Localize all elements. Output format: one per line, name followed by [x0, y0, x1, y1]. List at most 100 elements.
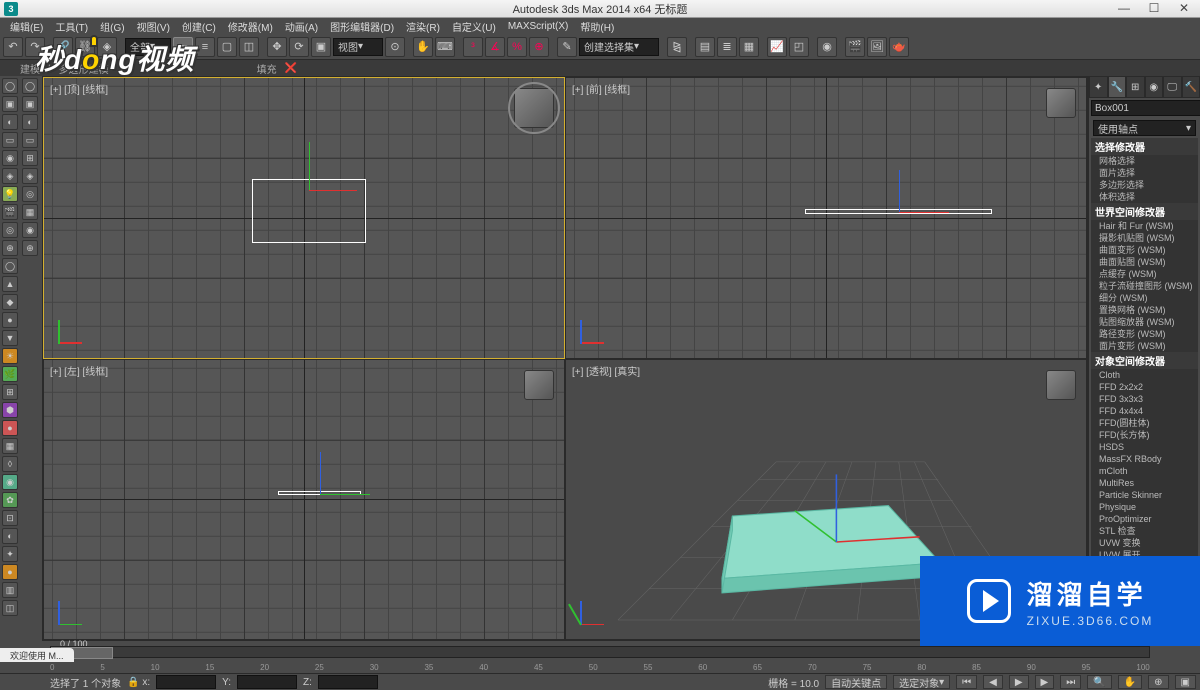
menu-view[interactable]: 视图(V): [131, 19, 176, 34]
modifier-item[interactable]: ProOptimizer: [1091, 513, 1198, 525]
nav-orbit-button[interactable]: ⊕: [1148, 675, 1168, 689]
snap-toggle-button[interactable]: ³: [463, 37, 483, 57]
pivot-button[interactable]: ⊙: [385, 37, 405, 57]
viewport-left[interactable]: [+] [左] [线框]: [44, 360, 564, 640]
render-frame-button[interactable]: 🖼: [867, 37, 887, 57]
minimize-button[interactable]: —: [1110, 0, 1138, 16]
tab-motion[interactable]: ◉: [1145, 76, 1164, 98]
modifier-item[interactable]: FFD 2x2x2: [1091, 381, 1198, 393]
left-tool[interactable]: ▭: [2, 132, 18, 148]
modifier-item[interactable]: FFD(长方体): [1091, 429, 1198, 441]
left-tool[interactable]: ▦: [22, 204, 38, 220]
viewport-label[interactable]: [+] [顶] [线框]: [50, 81, 108, 96]
left-tool[interactable]: ◐: [2, 528, 18, 544]
move-button[interactable]: ✥: [267, 37, 287, 57]
left-tool[interactable]: ▭: [22, 132, 38, 148]
playback-end-button[interactable]: ⏭: [1060, 675, 1081, 689]
nav-zoom-button[interactable]: 🔍: [1087, 675, 1111, 689]
angle-snap-button[interactable]: ∡: [485, 37, 505, 57]
left-tool[interactable]: ☀: [2, 348, 18, 364]
named-set-edit-button[interactable]: ✎: [557, 37, 577, 57]
playback-prev-button[interactable]: ◀: [983, 675, 1003, 689]
undo-button[interactable]: ↶: [3, 37, 23, 57]
menu-edit[interactable]: 编辑(E): [4, 19, 49, 34]
maximize-button[interactable]: ☐: [1140, 0, 1168, 16]
coord-x-input[interactable]: [156, 675, 216, 689]
left-tool[interactable]: ✿: [2, 492, 18, 508]
left-tool[interactable]: ✦: [2, 546, 18, 562]
modifier-item[interactable]: FFD 4x4x4: [1091, 405, 1198, 417]
modifier-item[interactable]: 网格选择: [1091, 155, 1198, 167]
left-tool[interactable]: ●: [2, 420, 18, 436]
left-tool[interactable]: ◫: [2, 600, 18, 616]
viewcube-icon[interactable]: [1046, 370, 1076, 400]
playback-next-button[interactable]: ▶: [1035, 675, 1055, 689]
left-tool[interactable]: ◯: [22, 78, 38, 94]
manipulate-button[interactable]: ✋: [413, 37, 433, 57]
menu-modifiers[interactable]: 修改器(M): [222, 19, 279, 34]
left-tool[interactable]: ◊: [2, 456, 18, 472]
left-tool[interactable]: ◎: [2, 222, 18, 238]
tab-create[interactable]: ✦: [1089, 76, 1108, 98]
nav-pan-button[interactable]: ✋: [1118, 675, 1142, 689]
modifier-item[interactable]: 面片选择: [1091, 167, 1198, 179]
left-tool[interactable]: ◎: [22, 186, 38, 202]
tab-hierarchy[interactable]: ⊞: [1126, 76, 1145, 98]
keyboard-shortcut-button[interactable]: ⌨: [435, 37, 455, 57]
modifier-item[interactable]: STL 检查: [1091, 525, 1198, 537]
tab-modify[interactable]: 🔧: [1108, 76, 1127, 98]
schematic-button[interactable]: ◰: [789, 37, 809, 57]
left-tool[interactable]: ◯: [2, 78, 18, 94]
coord-z-input[interactable]: [318, 675, 378, 689]
left-tool[interactable]: ◉: [2, 150, 18, 166]
modifier-item[interactable]: Cloth: [1091, 369, 1198, 381]
modifier-item[interactable]: 贴图缩放器 (WSM): [1091, 316, 1198, 328]
left-tool[interactable]: ⊞: [2, 384, 18, 400]
select-region-button[interactable]: ▢: [217, 37, 237, 57]
menu-render[interactable]: 渲染(R): [400, 19, 446, 34]
modifier-item[interactable]: mCloth: [1091, 465, 1198, 477]
rotate-button[interactable]: ⟳: [289, 37, 309, 57]
modifier-item[interactable]: Physique: [1091, 501, 1198, 513]
menu-maxscript[interactable]: MAXScript(X): [502, 21, 575, 32]
left-tool[interactable]: ◐: [2, 114, 18, 130]
close-button[interactable]: ✕: [1170, 0, 1198, 16]
left-tool[interactable]: ●: [2, 312, 18, 328]
menu-create[interactable]: 创建(C): [176, 19, 222, 34]
left-tool[interactable]: ◯: [2, 258, 18, 274]
menu-animation[interactable]: 动画(A): [279, 19, 324, 34]
left-tool[interactable]: ▣: [2, 96, 18, 112]
modifier-item[interactable]: 曲面贴图 (WSM): [1091, 256, 1198, 268]
viewcube-icon[interactable]: [524, 370, 554, 400]
left-tool[interactable]: 🌿: [2, 366, 18, 382]
modifier-item[interactable]: 体积选择: [1091, 191, 1198, 203]
left-tool[interactable]: ⊡: [2, 510, 18, 526]
viewport-label[interactable]: [+] [透视] [真实]: [572, 363, 640, 378]
window-crossing-button[interactable]: ◫: [239, 37, 259, 57]
selected-obj-dropdown[interactable]: 选定对象 ▾: [893, 675, 950, 689]
left-tool[interactable]: ⊞: [22, 150, 38, 166]
left-tool[interactable]: ▼: [2, 330, 18, 346]
menu-help[interactable]: 帮助(H): [574, 19, 620, 34]
tab-utilities[interactable]: 🔨: [1182, 76, 1200, 98]
menu-graph[interactable]: 图形编辑器(D): [324, 19, 400, 34]
ribbon-fill[interactable]: 填充: [257, 61, 277, 76]
modifier-item[interactable]: FFD 3x3x3: [1091, 393, 1198, 405]
scale-button[interactable]: ▣: [311, 37, 331, 57]
select-name-button[interactable]: ≡: [195, 37, 215, 57]
viewport-label[interactable]: [+] [前] [线框]: [572, 81, 630, 96]
left-tool[interactable]: 🎬: [2, 204, 18, 220]
menu-group[interactable]: 组(G): [94, 19, 130, 34]
modifier-item[interactable]: 摄影机贴图 (WSM): [1091, 232, 1198, 244]
viewcube-icon[interactable]: [514, 88, 554, 128]
modifier-item[interactable]: 面片变形 (WSM): [1091, 340, 1198, 352]
curve-editor-button[interactable]: 📈: [767, 37, 787, 57]
modifier-item[interactable]: MultiRes: [1091, 477, 1198, 489]
modifier-item[interactable]: Hair 和 Fur (WSM): [1091, 220, 1198, 232]
modifier-item[interactable]: 点缓存 (WSM): [1091, 268, 1198, 280]
modifier-item[interactable]: UVW 变换: [1091, 537, 1198, 549]
coord-y-input[interactable]: [237, 675, 297, 689]
left-tool[interactable]: ◈: [22, 168, 38, 184]
left-tool[interactable]: ▦: [2, 438, 18, 454]
mirror-button[interactable]: ⧎: [667, 37, 687, 57]
